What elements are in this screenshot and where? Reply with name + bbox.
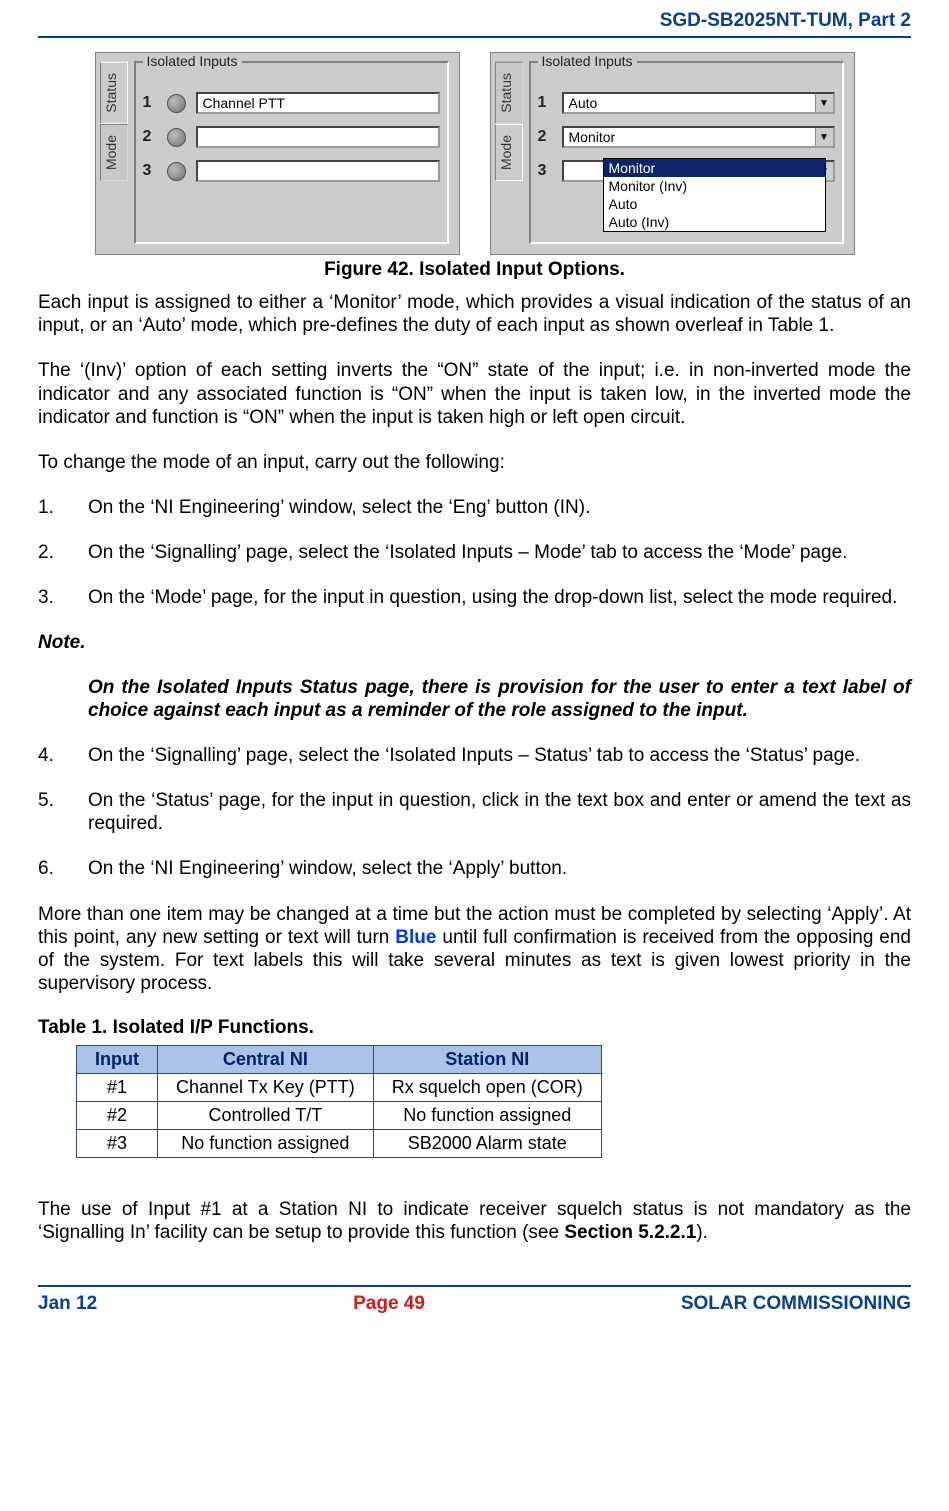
table-header: Station NI: [373, 1046, 601, 1074]
body-paragraph: Each input is assigned to either a ‘Moni…: [38, 291, 911, 337]
tab-status[interactable]: Status: [100, 62, 128, 124]
footer-date: Jan 12: [38, 1293, 97, 1315]
dropdown-option[interactable]: Auto: [604, 195, 825, 213]
row-num: 3: [143, 162, 157, 180]
table-header-row: Input Central NI Station NI: [77, 1046, 602, 1074]
group-legend: Isolated Inputs: [538, 53, 637, 69]
tab-mode[interactable]: Mode: [495, 124, 523, 181]
chevron-down-icon[interactable]: ▼: [815, 128, 833, 146]
functions-table: Input Central NI Station NI #1 Channel T…: [76, 1045, 602, 1158]
tab-mode[interactable]: Mode: [100, 124, 128, 181]
figure-row: Status Mode Isolated Inputs 1 2 3: [38, 52, 911, 255]
body-paragraph: More than one item may be changed at a t…: [38, 903, 911, 996]
combo-value: Auto: [564, 94, 815, 112]
dropdown-option[interactable]: Auto (Inv): [604, 213, 825, 231]
row-num: 2: [538, 128, 552, 146]
table-header: Input: [77, 1046, 158, 1074]
note-heading: Note.: [38, 632, 911, 654]
isolated-inputs-group: Isolated Inputs 1 Auto ▼ 2 Monitor ▼: [529, 61, 844, 244]
status-led-icon: [167, 128, 186, 147]
table-row: #3 No function assigned SB2000 Alarm sta…: [77, 1130, 602, 1158]
list-item: On the ‘Signalling’ page, select the ‘Is…: [38, 744, 911, 767]
page-footer: Jan 12 Page 49 SOLAR COMMISSIONING: [38, 1285, 911, 1315]
blue-text: Blue: [395, 927, 436, 948]
table-caption: Table 1. Isolated I/P Functions.: [38, 1017, 911, 1039]
table-row: #1 Channel Tx Key (PTT) Rx squelch open …: [77, 1074, 602, 1102]
note-body: On the Isolated Inputs Status page, ther…: [38, 676, 911, 722]
mode-combo[interactable]: Auto ▼: [562, 92, 835, 114]
steps-list: On the ‘Signalling’ page, select the ‘Is…: [38, 744, 911, 881]
table-row: #2 Controlled T/T No function assigned: [77, 1102, 602, 1130]
page-header: SGD-SB2025NT-TUM, Part 2: [38, 10, 911, 38]
row-num: 2: [143, 128, 157, 146]
input-label-field[interactable]: [196, 160, 440, 182]
dropdown-option[interactable]: Monitor (Inv): [604, 177, 825, 195]
row-num: 3: [538, 162, 552, 180]
input-label-field[interactable]: [196, 126, 440, 148]
mode-combo[interactable]: Monitor ▼: [562, 126, 835, 148]
row-num: 1: [143, 94, 157, 112]
input-label-field[interactable]: [196, 92, 440, 114]
combo-value: Monitor: [564, 128, 815, 146]
status-led-icon: [167, 94, 186, 113]
status-panel: Status Mode Isolated Inputs 1 2 3: [95, 52, 460, 255]
list-item: On the ‘NI Engineering’ window, select t…: [38, 496, 911, 519]
footer-section: SOLAR COMMISSIONING: [681, 1293, 911, 1315]
row-num: 1: [538, 94, 552, 112]
dropdown-option[interactable]: Monitor: [604, 159, 825, 177]
body-paragraph: The use of Input #1 at a Station NI to i…: [38, 1198, 911, 1244]
list-item: On the ‘Status’ page, for the input in q…: [38, 789, 911, 835]
mode-dropdown-list[interactable]: Monitor Monitor (Inv) Auto Auto (Inv): [603, 158, 826, 232]
figure-caption: Figure 42. Isolated Input Options.: [38, 259, 911, 281]
footer-page: Page 49: [353, 1293, 425, 1315]
mode-panel: Status Mode Isolated Inputs 1 Auto ▼ 2 M…: [490, 52, 855, 255]
isolated-inputs-group: Isolated Inputs 1 2 3: [134, 61, 449, 244]
body-paragraph: The ‘(Inv)’ option of each setting inver…: [38, 359, 911, 429]
table-header: Central NI: [157, 1046, 373, 1074]
list-item: On the ‘Mode’ page, for the input in que…: [38, 586, 911, 609]
tab-status[interactable]: Status: [495, 62, 523, 124]
body-paragraph: To change the mode of an input, carry ou…: [38, 451, 911, 474]
status-led-icon: [167, 162, 186, 181]
list-item: On the ‘NI Engineering’ window, select t…: [38, 857, 911, 880]
steps-list: On the ‘NI Engineering’ window, select t…: [38, 496, 911, 610]
group-legend: Isolated Inputs: [143, 53, 242, 69]
chevron-down-icon[interactable]: ▼: [815, 94, 833, 112]
list-item: On the ‘Signalling’ page, select the ‘Is…: [38, 541, 911, 564]
